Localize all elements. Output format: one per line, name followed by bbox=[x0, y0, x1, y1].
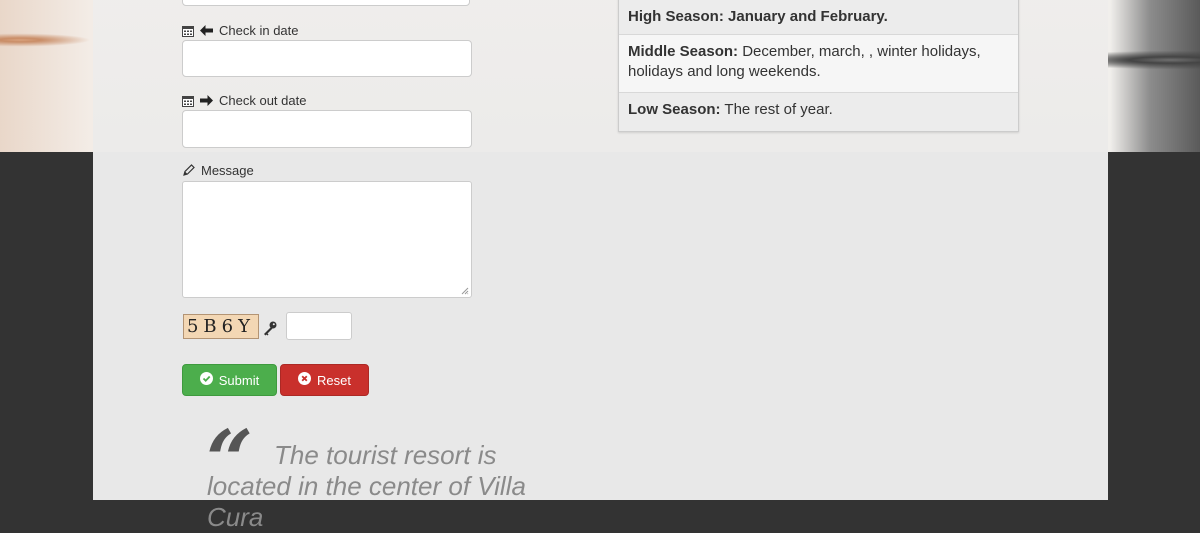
arrow-left-icon bbox=[200, 25, 213, 36]
checkout-label: Check out date bbox=[182, 93, 306, 108]
season-text: January and February. bbox=[723, 8, 888, 25]
checkout-date-input[interactable] bbox=[182, 110, 472, 148]
checkin-date-input[interactable] bbox=[182, 40, 472, 77]
reset-button[interactable]: Reset bbox=[280, 364, 369, 396]
season-list: High Season: January and February. Middl… bbox=[618, 0, 1019, 132]
message-label-text: Message bbox=[201, 163, 254, 178]
calendar-icon bbox=[182, 25, 194, 37]
season-item-high: High Season: January and February. bbox=[619, 0, 1018, 35]
message-textarea[interactable] bbox=[182, 181, 472, 298]
previous-field-input[interactable] bbox=[182, 0, 470, 6]
quote-line-2: located in the center of Villa Cura bbox=[207, 471, 526, 532]
captcha-image: 5B6Y bbox=[183, 314, 259, 339]
testimonial-quote: The tourist resort is located in the cen… bbox=[207, 440, 587, 533]
calendar-icon bbox=[182, 95, 194, 107]
resize-grip-icon[interactable] bbox=[461, 287, 469, 295]
message-label: Message bbox=[182, 163, 254, 178]
x-circle-icon bbox=[298, 372, 312, 388]
checkin-label: Check in date bbox=[182, 23, 299, 38]
reset-label: Reset bbox=[317, 372, 351, 388]
quote-line-1: The tourist resort is bbox=[274, 440, 497, 470]
checkin-label-text: Check in date bbox=[219, 23, 299, 38]
checkout-label-text: Check out date bbox=[219, 93, 307, 108]
season-title: High Season: bbox=[628, 8, 724, 25]
submit-label: Submit bbox=[218, 372, 260, 388]
season-title: Low Season: bbox=[628, 101, 721, 118]
submit-button[interactable]: Submit bbox=[182, 364, 277, 396]
season-item-low: Low Season: The rest of year. bbox=[619, 93, 1018, 131]
season-title: Middle Season: bbox=[628, 43, 739, 60]
season-text: The rest of year. bbox=[720, 101, 833, 118]
season-item-middle: Middle Season: December, march, , winter… bbox=[619, 35, 1018, 93]
pencil-icon bbox=[182, 164, 195, 177]
key-icon bbox=[262, 320, 278, 341]
check-circle-icon bbox=[199, 372, 213, 388]
arrow-right-icon bbox=[200, 95, 213, 106]
captcha-input[interactable] bbox=[286, 312, 352, 340]
